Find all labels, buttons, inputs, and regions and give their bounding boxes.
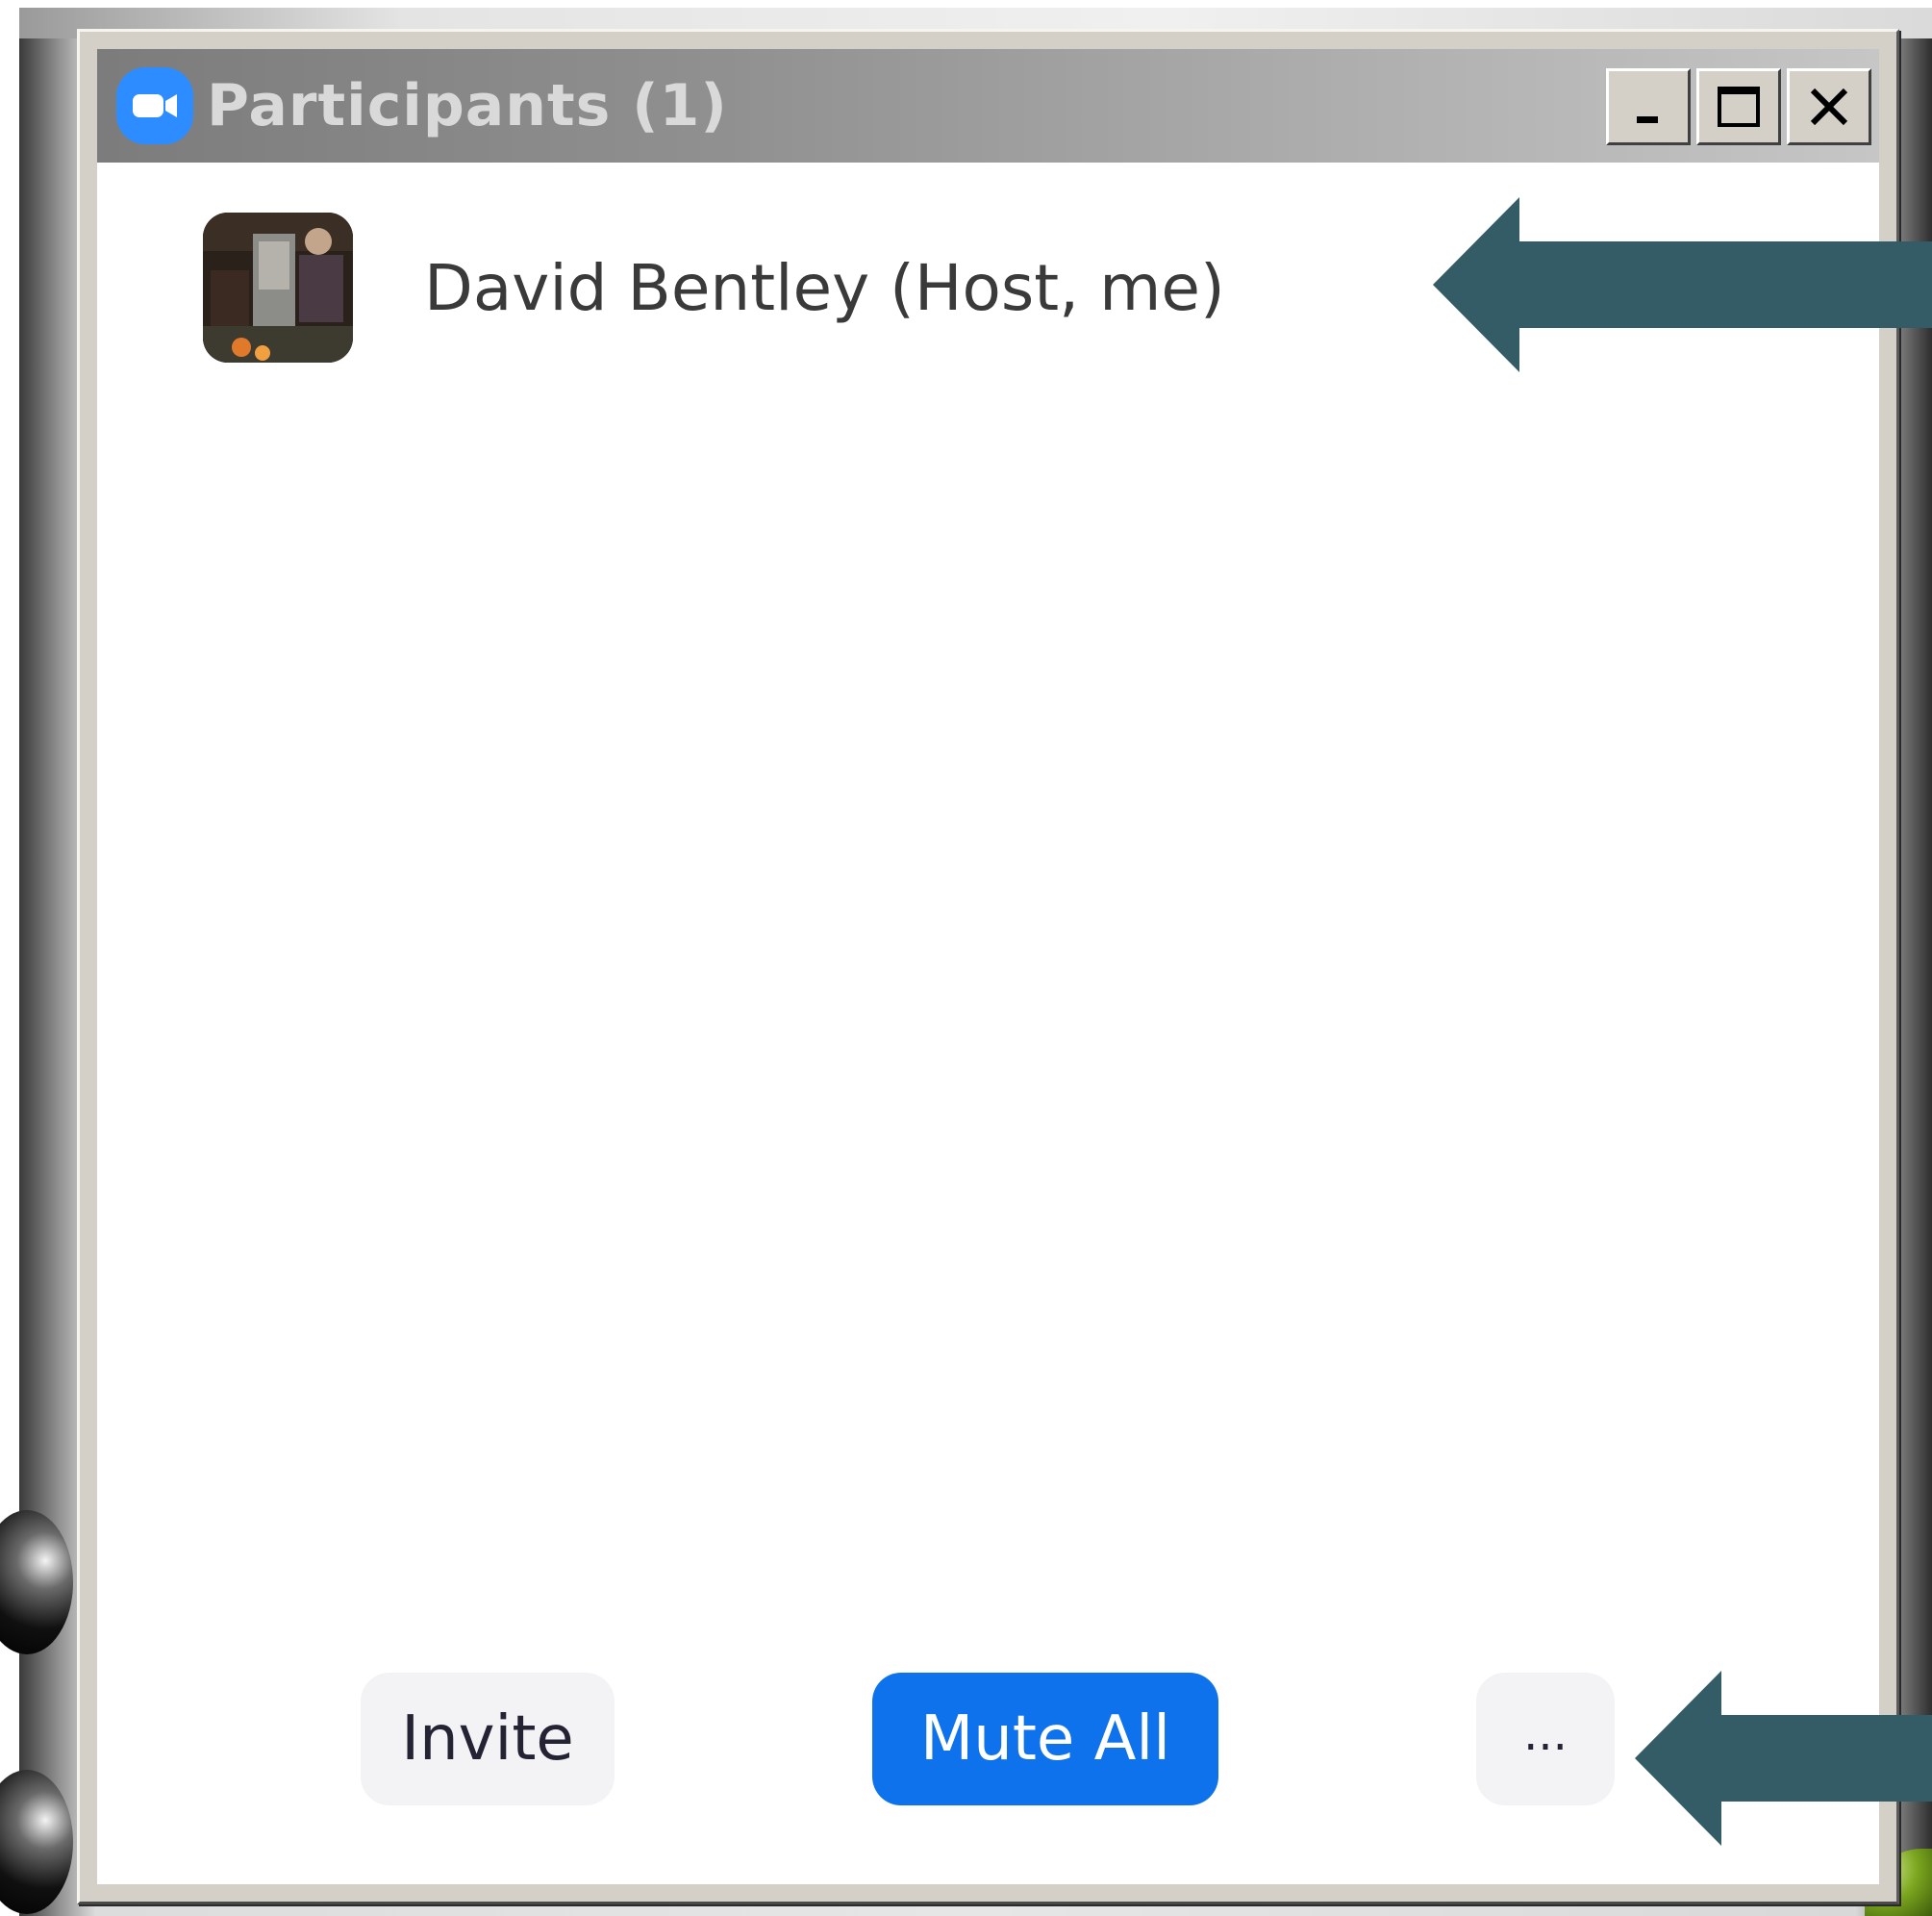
participant-name: David Bentley (Host, me) [424, 250, 1225, 325]
minimize-button[interactable] [1606, 68, 1691, 145]
close-button[interactable] [1787, 68, 1871, 145]
left-arrow-icon [1433, 197, 1932, 372]
participants-footer: Invite Mute All ... [97, 1673, 1879, 1807]
window-titlebar[interactable]: Participants (1) [97, 49, 1879, 163]
maximize-icon [1718, 87, 1760, 127]
maximize-button[interactable] [1696, 68, 1781, 145]
participants-panel: David Bentley (Host, me) Invite Mute All… [97, 163, 1879, 1884]
photo-avatar [203, 213, 353, 363]
mute-all-button[interactable]: Mute All [872, 1673, 1218, 1805]
minimize-icon [1637, 116, 1658, 123]
left-arrow-icon-lower [1635, 1671, 1932, 1846]
invite-button[interactable]: Invite [361, 1673, 615, 1805]
more-options-button[interactable]: ... [1476, 1673, 1615, 1805]
avatar [203, 213, 353, 363]
window-title: Participants (1) [207, 72, 728, 139]
close-icon [1810, 88, 1848, 126]
zoom-camera-icon [116, 67, 193, 144]
caption-buttons [1606, 68, 1871, 145]
screenshot-stage: Participants (1) David Bentley (Host, me… [0, 0, 1932, 1916]
camera-glyph [133, 94, 177, 117]
